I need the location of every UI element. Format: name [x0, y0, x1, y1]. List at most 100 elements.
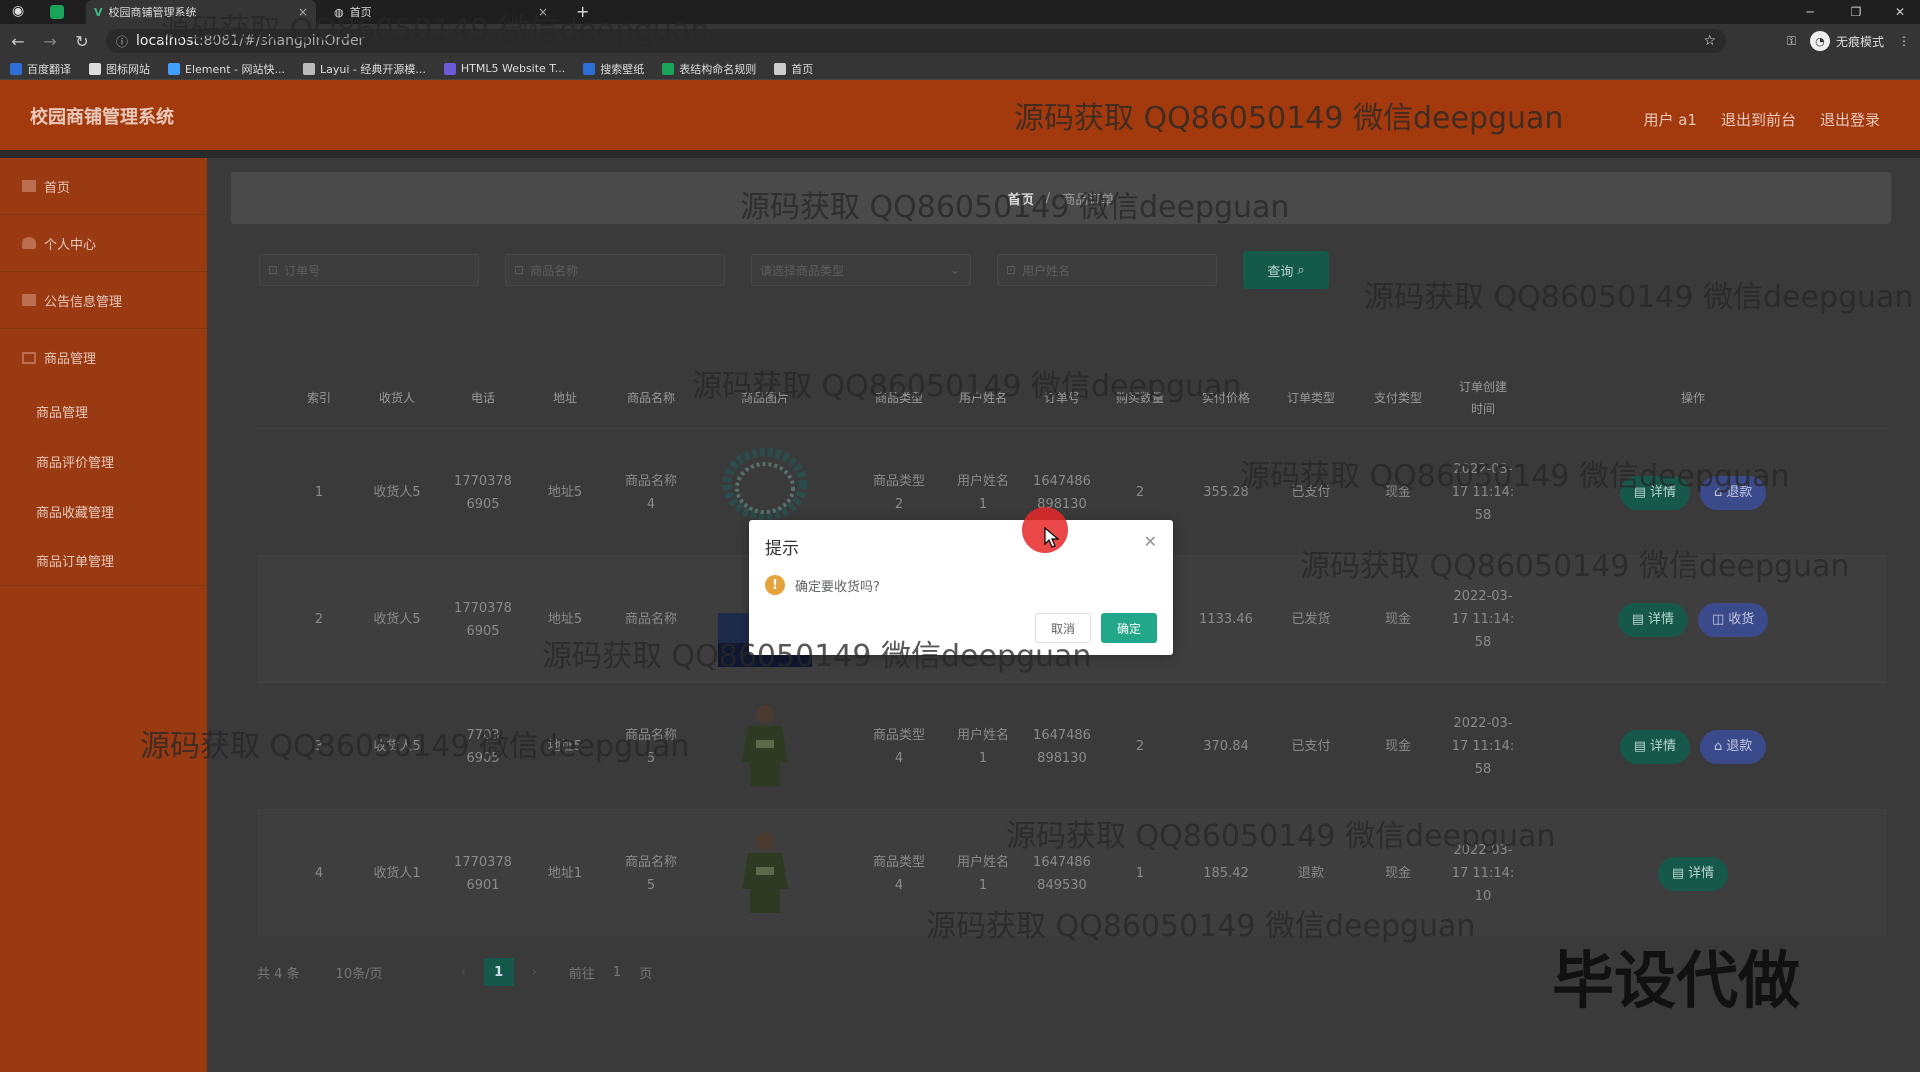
url-field[interactable]: ⓘ localhost:8081/#/shangpinOrder ☆ — [106, 29, 1726, 53]
sidebar-item-notice[interactable]: 公告信息管理 — [0, 272, 207, 329]
goods-icon — [22, 351, 36, 364]
next-page-icon[interactable]: › — [532, 965, 537, 980]
page-current[interactable]: 1 — [483, 958, 514, 986]
table-header: 索引 收货人 电话 地址 商品名称 商品图片 商品类型 用户姓名 订单号 购买数量 实付价格 订单类型… — [257, 368, 1887, 428]
cell-receiver: 收货人5 — [373, 612, 421, 627]
sidebar-item-label: 商品管理 — [44, 352, 97, 367]
minimize-icon[interactable]: ─ — [1790, 0, 1830, 24]
detail-button[interactable]: ▤ 详情 — [1657, 856, 1729, 891]
order-no-input[interactable]: ⊡ 订单号 — [259, 254, 479, 286]
document-icon: ▤ — [1631, 612, 1644, 627]
forward-icon[interactable]: → — [36, 24, 64, 58]
tab-active[interactable]: V 校园商铺管理系统 × — [86, 0, 316, 24]
cell-address: 地址5 — [547, 739, 583, 754]
sidebar-subitem-goods[interactable]: 商品管理 — [0, 386, 207, 436]
sidebar: 首页 个人中心 公告信息管理 商品管理 商品管理 商品评价管理 商品收藏管理 商… — [0, 158, 207, 1072]
cell-address: 地址5 — [547, 612, 583, 627]
sidebar-subitem-favorites[interactable]: 商品收藏管理 — [0, 486, 207, 536]
cell-user: 用户姓名 1 — [956, 727, 1009, 766]
user-name-input[interactable]: ⊡ 用户姓名 — [997, 254, 1217, 286]
home-icon — [22, 180, 36, 192]
pager-size-select[interactable]: 10条/页 — [336, 963, 383, 982]
detail-button[interactable]: ▤ 详情 — [1619, 475, 1691, 510]
user-name-placeholder: 用户姓名 — [1022, 263, 1071, 278]
goods-name-placeholder: 商品名称 — [530, 263, 579, 278]
incognito-icon: ◔ — [1809, 31, 1830, 51]
refund-button[interactable]: ⌂ 退款 — [1700, 475, 1767, 510]
new-tab-button[interactable]: + — [576, 2, 589, 21]
goods-image — [710, 683, 820, 810]
bag-icon: ⌂ — [1714, 739, 1723, 754]
cell-phone: 1770378 6905 — [454, 600, 512, 639]
document-icon: ▤ — [1633, 485, 1646, 500]
cell-pay_type: 现金 — [1384, 485, 1411, 500]
close-tab-icon[interactable]: × — [298, 5, 308, 19]
goods-type-select[interactable]: 请选择商品类型 ⌄ — [751, 254, 971, 286]
pager-total: 共 4 条 — [257, 966, 300, 982]
sidebar-subitem-reviews[interactable]: 商品评价管理 — [0, 436, 207, 486]
row-actions: ▤ 详情 ⌂ 退款 — [1533, 429, 1853, 556]
window-close-icon[interactable]: ✕ — [1880, 0, 1920, 24]
bookmark-label: 首页 — [791, 62, 814, 76]
bookmark-label: 搜索壁纸 — [600, 62, 645, 76]
bookmark-item[interactable]: 搜索壁纸 — [583, 61, 644, 77]
bookmark-item[interactable]: 图标网站 — [89, 61, 150, 77]
close-icon[interactable]: ✕ — [1144, 532, 1157, 551]
vue-icon: V — [94, 5, 103, 19]
bookmark-icon — [303, 62, 315, 75]
breadcrumb-home[interactable]: 首页 — [1008, 189, 1034, 208]
refund-button[interactable]: ⌂ 退款 — [1700, 729, 1767, 764]
logout-link[interactable]: 退出登录 — [1820, 109, 1880, 130]
star-icon[interactable]: ☆ — [1703, 33, 1716, 49]
cell-address: 地址5 — [547, 485, 583, 500]
cell-created: 2022-03- 17 11:14: 58 — [1451, 716, 1515, 777]
sidebar-item-home[interactable]: 首页 — [0, 158, 207, 215]
sidebar-item-profile[interactable]: 个人中心 — [0, 215, 207, 272]
bookmark-item[interactable]: Element - 网站快... — [168, 61, 285, 77]
bookmark-item[interactable]: 首页 — [774, 61, 813, 77]
cell-goods: 商品名称 5 — [624, 854, 677, 893]
bookmark-icon — [168, 62, 180, 75]
detail-button[interactable]: ▤ 详情 — [1617, 602, 1688, 637]
bookmark-item[interactable]: Layui - 经典开源模... — [303, 61, 426, 77]
cell-phone: 1770378 6905 — [454, 473, 512, 512]
detail-button[interactable]: ▤ 详情 — [1619, 729, 1691, 764]
tab-home[interactable]: ◍ 首页 × — [326, 0, 556, 24]
goods-name-input[interactable]: ⊡ 商品名称 — [505, 254, 725, 286]
sidebar-item-label: 公告信息管理 — [44, 294, 123, 310]
sidebar-item-goods[interactable]: 商品管理 — [0, 329, 207, 386]
info-icon[interactable]: ⓘ — [116, 33, 128, 50]
bookmark-label: HTML5 Website T... — [460, 62, 566, 75]
bookmark-item[interactable]: 表结构命名规则 — [662, 61, 756, 77]
key-icon[interactable]: ⚿ — [1787, 34, 1796, 49]
prev-page-icon[interactable]: ‹ — [460, 965, 465, 980]
cancel-button[interactable]: 取消 — [1035, 613, 1091, 643]
close-tab-icon[interactable]: × — [538, 5, 548, 19]
back-icon[interactable]: ← — [4, 24, 32, 58]
document-icon: ▤ — [1671, 866, 1685, 881]
reload-icon[interactable]: ↻ — [68, 24, 96, 58]
bookmark-label: Element - 网站快... — [185, 62, 285, 76]
search-button[interactable]: 查询 ⌕ — [1243, 251, 1329, 289]
sidebar-subitem-label: 商品收藏管理 — [36, 505, 115, 521]
bookmark-label: 百度翻译 — [27, 62, 71, 76]
sidebar-subitem-orders[interactable]: 商品订单管理 — [0, 536, 207, 586]
confirm-button[interactable]: 确定 — [1101, 613, 1157, 643]
breadcrumb-current: 商品订单 — [1062, 192, 1115, 208]
cell-goods: 商品名称 5 — [624, 727, 677, 766]
cell-pay_type: 现金 — [1384, 866, 1411, 881]
bookmark-item[interactable]: 百度翻译 — [10, 61, 71, 77]
bookmark-item[interactable]: HTML5 Website T... — [443, 62, 566, 75]
receive-button[interactable]: ◫ 收货 — [1698, 602, 1769, 637]
cell-type: 商品类型 4 — [872, 727, 925, 766]
pager-goto-input[interactable]: 1 — [613, 965, 621, 980]
input-prefix-icon: ⊡ — [1006, 263, 1017, 277]
app-tab-icon[interactable] — [50, 5, 64, 19]
more-menu-icon[interactable]: ⋮ — [1898, 34, 1910, 48]
to-front-link[interactable]: 退出到前台 — [1721, 109, 1796, 130]
restore-icon[interactable]: ❐ — [1836, 0, 1876, 24]
incognito-indicator[interactable]: ◔ 无痕模式 — [1809, 31, 1884, 51]
browser-menu-icon[interactable]: ◉ — [12, 3, 24, 19]
notice-icon — [22, 294, 36, 306]
bag-icon: ⌂ — [1714, 485, 1723, 500]
